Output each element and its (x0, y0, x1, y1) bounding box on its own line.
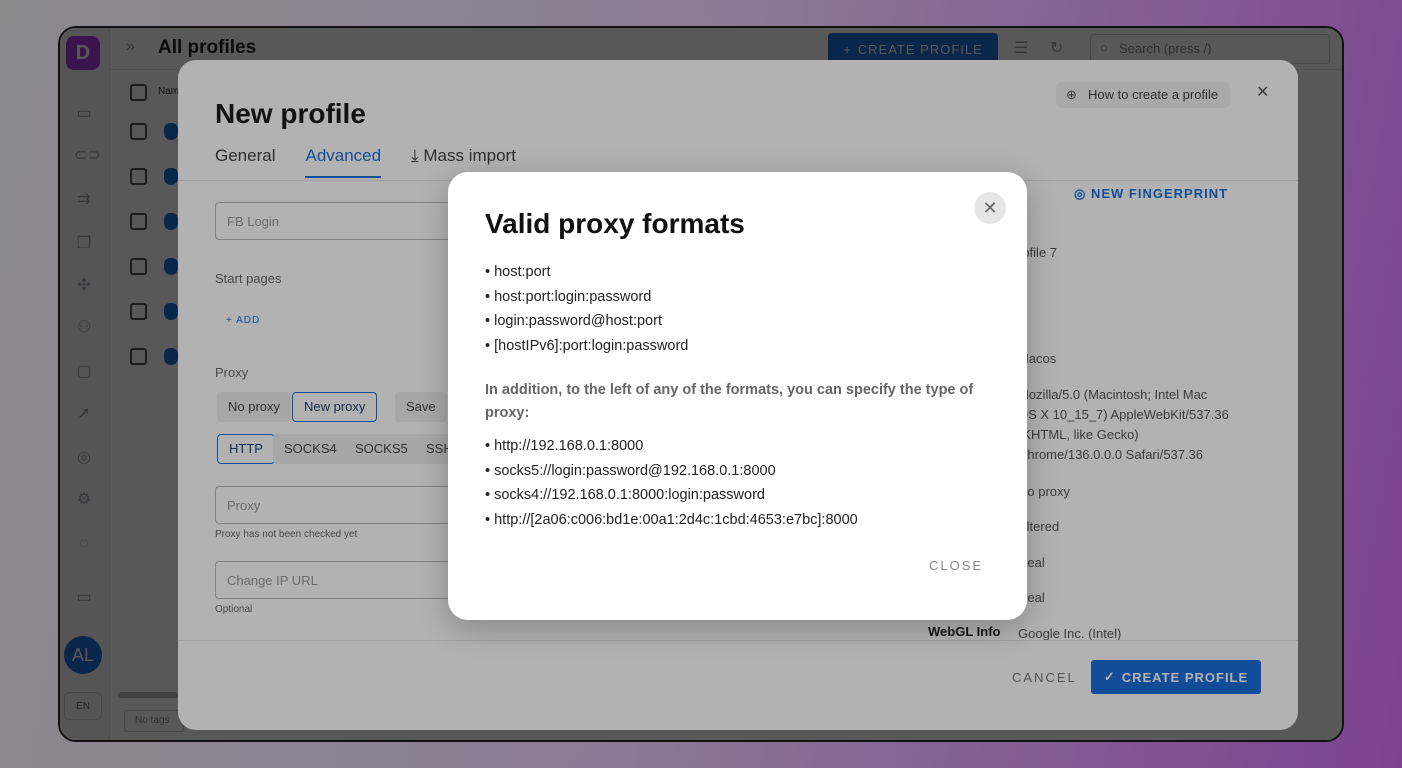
close-button[interactable]: CLOSE (929, 558, 983, 573)
format-text: login:password@host:port (494, 313, 662, 329)
proxy-formats-modal: ✕ Valid proxy formats • host:port • host… (448, 172, 1027, 620)
list-item: • socks4://192.168.0.1:8000:login:passwo… (485, 487, 765, 503)
list-item: • socks5://login:password@192.168.0.1:80… (485, 462, 776, 479)
formats-list: • host:port • host:port:login:password •… (485, 260, 688, 358)
modal-title: Valid proxy formats (485, 208, 745, 239)
list-item: • login:password@host:port (485, 313, 662, 329)
list-item: • host:port:login:password (485, 288, 652, 305)
example-text: socks4://192.168.0.1:8000:login:password (494, 487, 765, 503)
format-text: [hostIPv6]:port:login:password (494, 337, 689, 354)
example-text: http://192.168.0.1:8000 (494, 438, 644, 454)
list-item: • http://192.168.0.1:8000 (485, 438, 644, 454)
format-text: host:port (494, 264, 551, 280)
format-text: host:port:login:password (494, 288, 652, 305)
close-icon[interactable]: ✕ (974, 192, 1006, 224)
list-item: • host:port (485, 264, 551, 280)
list-item: • http://[2a06:c006:bd1e:00a1:2d4c:1cbd:… (485, 511, 858, 528)
type-note: In addition, to the left of any of the f… (485, 382, 974, 421)
list-item: • [hostIPv6]:port:login:password (485, 337, 689, 354)
example-text: socks5://login:password@192.168.0.1:8000 (494, 462, 776, 479)
examples-list: • http://192.168.0.1:8000 • socks5://log… (485, 434, 858, 532)
example-text: http://[2a06:c006:bd1e:00a1:2d4c:1cbd:46… (494, 511, 858, 528)
